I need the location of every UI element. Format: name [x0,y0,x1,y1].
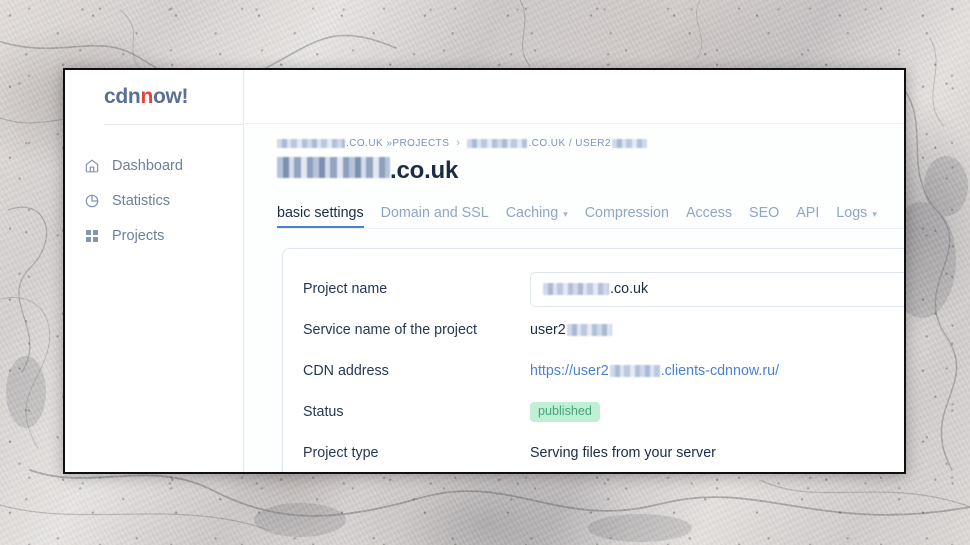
field-row-service-name: Service name of the project user2 [303,312,904,348]
field-row-cdn-address: CDN address https://user2 .clients-cdnnow… [303,353,904,389]
tab-label: SEO [749,205,780,221]
project-name-input-suffix: .co.uk [610,281,649,297]
project-name-value: .co.uk [530,271,904,307]
grid-icon [83,227,100,244]
cdnnow-logo[interactable]: cdnnow! [104,85,189,109]
basic-settings-card: Project name .co.uk Service name of the … [283,249,904,472]
service-name-label: Service name of the project [303,322,478,338]
redacted-domain-block [277,138,345,148]
redacted-domain-block [467,138,528,148]
breadcrumb-item-1-label: .CO.UK »PROJECTS [346,137,450,149]
sidebar-divider [104,124,243,125]
breadcrumb: .CO.UK »PROJECTS › .CO.UK / USER2 [277,136,904,150]
chevron-down-icon: ▾ [563,208,568,219]
sidebar: cdnnow! Dashboard Statistics Projects [65,70,244,472]
tab-logs[interactable]: Logs ▾ [836,205,877,228]
redacted-user-block [611,138,647,148]
project-name-input[interactable]: .co.uk [530,271,904,307]
top-band [244,70,904,124]
project-type-value: Serving files from your server [530,445,716,461]
tab-label: Compression [584,205,669,221]
cdn-address-link-prefix: https://user2 [530,363,609,379]
cdn-address-link[interactable]: https://user2 .clients-cdnnow.ru/ [530,363,779,379]
redacted-service-block [566,324,612,336]
cdn-address-link-suffix: .clients-cdnnow.ru/ [660,363,780,379]
tab-label: API [796,205,820,221]
tab-basic-settings[interactable]: basic settings [277,205,364,228]
tab-domain-and-ssl[interactable]: Domain and SSL [381,205,489,228]
redacted-title-block [277,157,390,178]
tab-label: Caching [505,205,559,221]
redacted-input-block [543,283,609,295]
status-value: published [530,401,600,423]
app-window: cdnnow! Dashboard Statistics Projects .C… [63,68,906,474]
cdn-address-label: CDN address [303,363,389,379]
chevron-down-icon: ▾ [872,208,877,219]
sidebar-item-projects[interactable]: Projects [65,218,243,253]
logo-text-accent: n [140,85,153,108]
breadcrumb-item-project[interactable]: .CO.UK / USER2 [467,137,647,149]
status-badge: published [530,401,600,423]
tab-compression[interactable]: Compression [585,205,669,228]
status-label: Status [303,404,344,420]
field-row-project-type: Project type Serving files from your ser… [303,435,904,471]
field-row-project-name: Project name .co.uk [303,271,904,307]
tab-label: basic settings [277,205,364,221]
tab-access[interactable]: Access [686,205,732,228]
project-name-label: Project name [303,281,388,297]
cdn-address-value: https://user2 .clients-cdnnow.ru/ [530,363,779,379]
main-content: .CO.UK »PROJECTS › .CO.UK / USER2 .co.uk… [244,70,904,472]
logo-text-part2: ow! [152,85,189,108]
breadcrumb-separator: › [456,137,461,149]
logo-area[interactable]: cdnnow! [65,70,243,124]
page-title-suffix: .co.uk [390,157,459,184]
page-title: .co.uk [277,157,904,187]
pie-chart-icon [83,192,100,209]
sidebar-item-label: Dashboard [112,157,183,174]
sidebar-item-dashboard[interactable]: Dashboard [65,148,243,183]
project-type-label: Project type [303,445,379,461]
service-name-value: user2 [530,322,612,338]
home-icon [83,157,100,174]
sidebar-item-label: Statistics [112,192,171,209]
logo-text-part1: cdn [104,85,141,108]
tab-label: Access [685,205,733,221]
breadcrumb-item-projects[interactable]: .CO.UK »PROJECTS [277,138,449,149]
tab-caching[interactable]: Caching ▾ [506,205,568,228]
sidebar-item-label: Projects [112,227,165,244]
redacted-cdn-block [609,365,660,377]
breadcrumb-item-2-label: .CO.UK / USER2 [528,137,611,149]
tab-api[interactable]: API [796,205,819,228]
tab-bar: basic settings Domain and SSL Caching ▾ … [277,199,904,229]
sidebar-nav: Dashboard Statistics Projects [65,124,243,253]
main-body: .CO.UK »PROJECTS › .CO.UK / USER2 .co.uk… [244,124,904,472]
tab-seo[interactable]: SEO [749,205,779,228]
service-name-prefix: user2 [530,322,566,338]
tab-label: Domain and SSL [380,205,489,221]
field-row-status: Status published [303,394,904,430]
sidebar-item-statistics[interactable]: Statistics [65,183,243,218]
tab-label: Logs [836,205,868,221]
